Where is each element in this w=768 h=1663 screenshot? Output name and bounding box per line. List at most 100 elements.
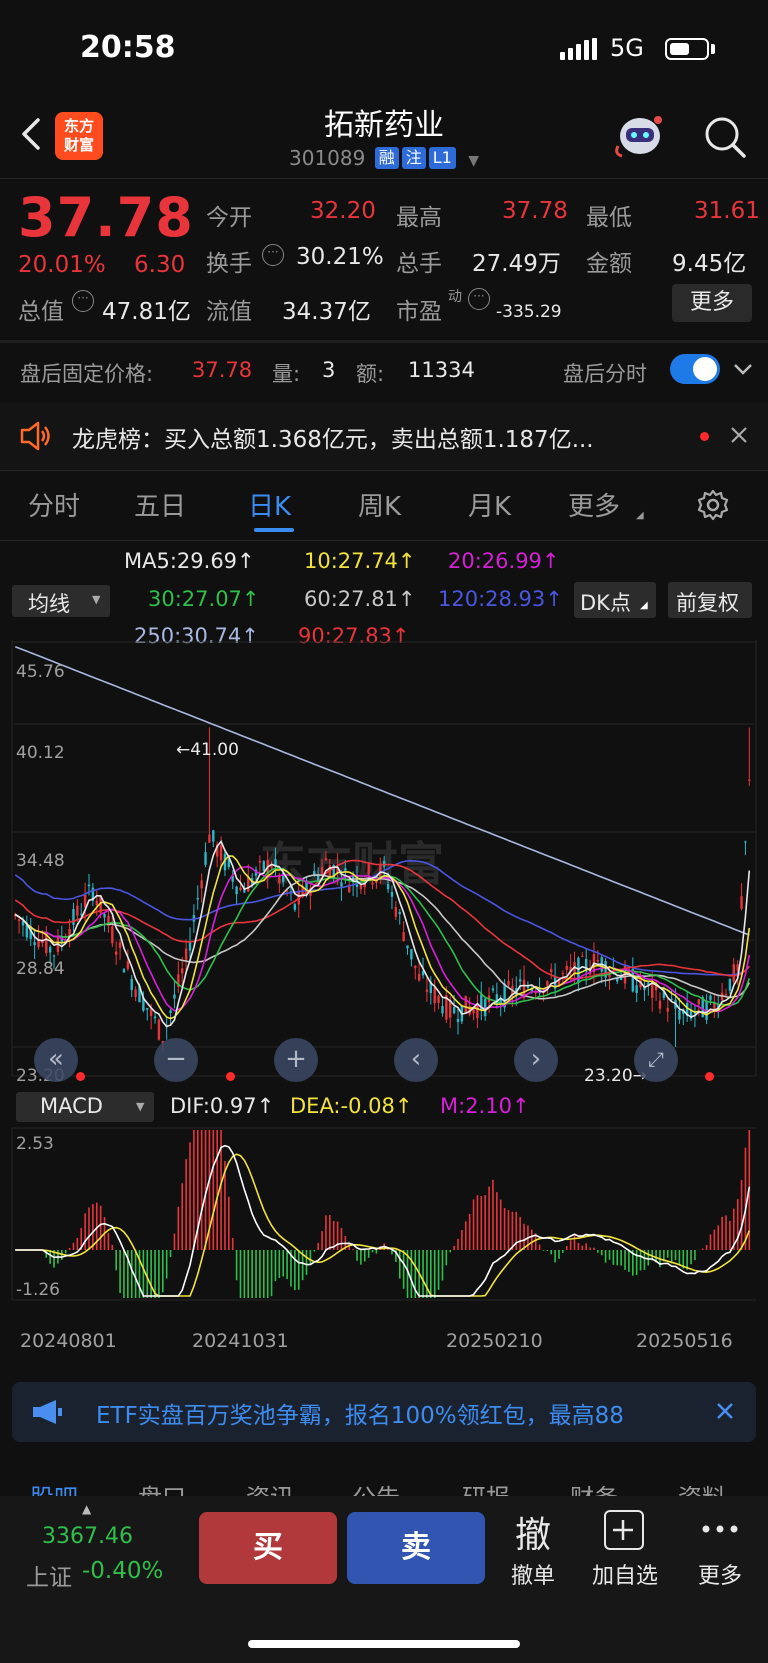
sell-button[interactable]: 卖	[347, 1512, 485, 1584]
fast-rewind-button[interactable]: «	[34, 1038, 78, 1082]
tab-weekly-k[interactable]: 周K	[358, 486, 401, 523]
candle-body	[678, 1010, 681, 1020]
promo-banner[interactable]: ETF实盘百万奖池争霸，报名100%领红包，最高88	[12, 1382, 756, 1442]
add-watchlist-label[interactable]: 加自选	[584, 1558, 666, 1590]
candle-body	[507, 980, 510, 985]
scroll-left-button[interactable]: ‹	[394, 1038, 438, 1082]
more-dots-icon[interactable]	[700, 1520, 740, 1539]
tab-more[interactable]: 更多	[568, 486, 620, 523]
price-adjust-button[interactable]: 前复权	[668, 582, 752, 618]
zoom-out-button[interactable]: −	[154, 1038, 198, 1082]
battery-icon	[665, 38, 709, 60]
macd-dea: DEA:-0.08↑	[290, 1094, 413, 1118]
price-adjust-label: 前复权	[676, 591, 739, 615]
dragon-tiger-bar[interactable]: 龙虎榜：买入总额1.368亿元，卖出总额1.187亿...	[0, 402, 768, 470]
candle-body	[239, 887, 242, 891]
tab-monthly-k[interactable]: 月K	[468, 486, 511, 523]
tab-intraday[interactable]: 分时	[28, 486, 80, 523]
kline-chart[interactable]: 东方财富 45.76 40.12 34.48 28.84 23.20 ←41.0…	[0, 640, 768, 1352]
chevron-down-icon[interactable]	[732, 358, 754, 384]
y-axis-label: 34.48	[16, 851, 65, 871]
after-hours-toggle[interactable]	[670, 354, 720, 384]
candle-body	[72, 908, 75, 925]
candle-body	[697, 999, 701, 1005]
candle-body	[464, 995, 467, 1014]
candle-body	[402, 932, 405, 941]
ma-selector[interactable]: 均线 ▼	[12, 585, 110, 617]
after-hours-toggle-label: 盘后分时	[563, 362, 647, 386]
tab-daily-k[interactable]: 日K	[248, 486, 291, 523]
y-axis-label: 40.12	[16, 743, 65, 763]
battery-tip	[711, 44, 715, 54]
tab-profile[interactable]: 资料	[678, 1478, 726, 1496]
tab-forum[interactable]: 股吧	[30, 1478, 78, 1496]
scroll-right-button[interactable]: ›	[514, 1038, 558, 1082]
tab-research[interactable]: 研报	[462, 1478, 510, 1496]
high-value: 37.78	[502, 198, 568, 224]
volume-label: 总手	[396, 251, 442, 277]
close-icon[interactable]	[714, 1400, 736, 1426]
candle-body	[550, 969, 553, 973]
ai-assistant-icon[interactable]	[612, 110, 668, 160]
event-dot	[705, 1072, 714, 1081]
candle-body	[111, 926, 114, 944]
speaker-icon	[18, 420, 52, 456]
candle-body	[80, 913, 83, 915]
candle-body	[83, 894, 87, 908]
tab-announcements[interactable]: 公告	[352, 1478, 400, 1496]
candle-body	[169, 1010, 172, 1014]
search-icon[interactable]	[700, 112, 750, 162]
cancel-order-label[interactable]: 撤单	[502, 1558, 564, 1590]
candle-body	[262, 861, 265, 872]
float-value: 34.37亿	[282, 299, 371, 325]
add-watchlist-icon[interactable]	[604, 1510, 644, 1550]
macd-m: M:2.10↑	[440, 1094, 530, 1118]
zoom-in-button[interactable]: +	[274, 1038, 318, 1082]
candle-body	[122, 969, 126, 973]
buy-button[interactable]: 买	[199, 1512, 337, 1584]
candle-body	[709, 995, 712, 1001]
candle-body	[433, 987, 436, 1004]
fullscreen-rotate-icon[interactable]: ⤢	[634, 1038, 678, 1082]
gear-icon[interactable]	[696, 488, 730, 526]
dropdown-triangle-icon: ◢	[636, 510, 644, 521]
open-label: 今开	[206, 205, 252, 231]
ma5-value: MA5:29.69↑	[124, 549, 255, 573]
candle-body	[130, 978, 133, 991]
tab-finance[interactable]: 财务	[570, 1478, 618, 1496]
candle-body	[367, 863, 370, 875]
close-icon[interactable]	[728, 424, 750, 450]
margin-tag: 融	[374, 147, 399, 169]
dropdown-triangle-icon: ▼	[92, 593, 101, 606]
info-icon[interactable]: ···	[72, 290, 94, 312]
more-button[interactable]: 更多	[672, 284, 752, 322]
active-tab-indicator	[254, 528, 294, 532]
y-axis-label: 45.76	[16, 662, 65, 682]
info-icon[interactable]: ···	[262, 244, 284, 266]
tab-news[interactable]: 资讯	[246, 1478, 294, 1496]
tab-orderbook[interactable]: 盘口	[138, 1478, 186, 1496]
divider	[0, 178, 768, 179]
indicator-selector[interactable]: MACD ▼	[16, 1092, 154, 1122]
date-label: 20250210	[446, 1330, 543, 1352]
promo-text: ETF实盘百万奖池争霸，报名100%领红包，最高88	[96, 1403, 624, 1429]
candle-body	[744, 841, 747, 843]
after-hours-amt-label: 额:	[356, 362, 385, 386]
open-value: 32.20	[310, 198, 376, 224]
candle-body	[425, 989, 429, 992]
candle-body	[188, 941, 192, 951]
candle-body	[173, 994, 176, 999]
candle-body	[320, 867, 324, 875]
candle-body	[398, 911, 401, 915]
date-label: 20241031	[192, 1330, 289, 1352]
tab-five-day[interactable]: 五日	[134, 486, 186, 523]
expand-triangle-icon[interactable]: ▲	[82, 1502, 91, 1516]
cancel-order-icon[interactable]: 撤	[508, 1506, 558, 1558]
info-icon[interactable]: ···	[468, 288, 490, 310]
candle-body	[17, 919, 21, 921]
candle-body	[153, 1016, 157, 1019]
dk-point-button[interactable]: DK点 ◢	[574, 582, 656, 618]
more-label[interactable]: 更多	[692, 1558, 748, 1590]
date-label: 20240801	[20, 1330, 117, 1352]
candle-body	[546, 981, 549, 986]
